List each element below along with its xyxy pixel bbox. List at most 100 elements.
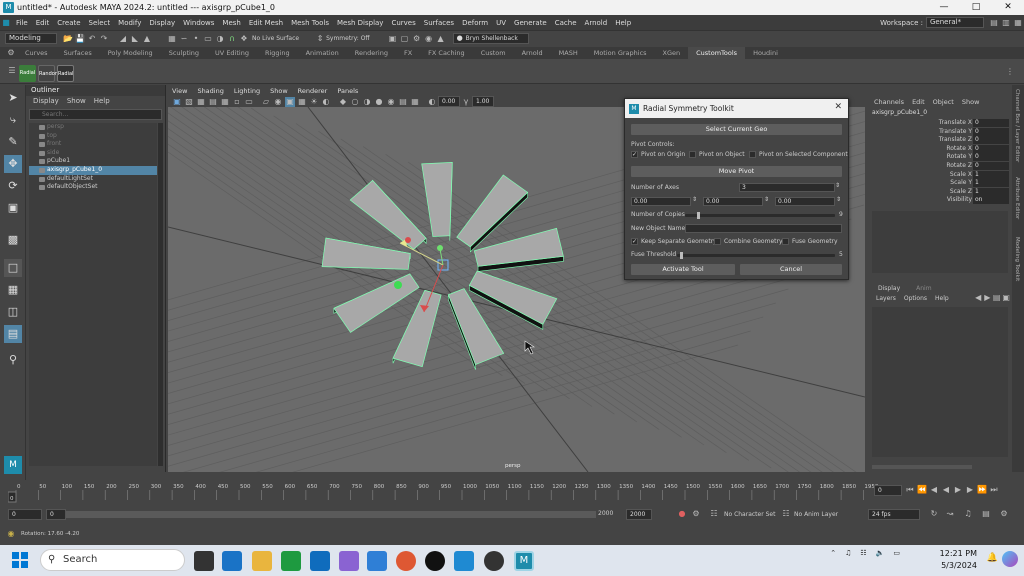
- lasso-tool-icon[interactable]: ⤷: [4, 111, 22, 129]
- maya-menu-icon[interactable]: ■: [1, 18, 11, 28]
- copies-slider-track[interactable]: [685, 214, 835, 217]
- shelf-tab-arnold[interactable]: Arnold: [514, 47, 551, 59]
- shelf-tab-curves[interactable]: Curves: [17, 47, 56, 59]
- channel-row[interactable]: Translate Y0: [868, 127, 1009, 137]
- channel-value[interactable]: 1: [973, 187, 1009, 196]
- outliner-item[interactable]: front: [29, 140, 157, 149]
- live-surface-label[interactable]: No Live Surface: [252, 35, 299, 42]
- mouse-cursor[interactable]: [524, 340, 535, 355]
- pivot-y-handle[interactable]: [437, 245, 443, 251]
- step-forward-frame-icon[interactable]: ▶: [965, 485, 975, 495]
- pivot-z-spinner-icon[interactable]: ⇕: [836, 196, 841, 203]
- pivot-object-checkbox[interactable]: [689, 151, 696, 158]
- fuse-slider-knob[interactable]: [680, 252, 683, 259]
- lights-icon[interactable]: ☀: [309, 97, 319, 107]
- menu-mesh-display[interactable]: Mesh Display: [333, 19, 387, 27]
- single-pane-icon[interactable]: □: [4, 259, 22, 277]
- axes-spinner-icon[interactable]: ⇕: [835, 182, 840, 189]
- taskbar-search-input[interactable]: ⚲ Search: [40, 549, 185, 571]
- camera-select-icon[interactable]: ▣: [172, 97, 182, 107]
- wifi-icon[interactable]: ☷: [860, 549, 866, 557]
- channel-menu-object[interactable]: Object: [933, 98, 954, 106]
- pivot-on-component-option[interactable]: Pivot on Selected Component: [749, 151, 848, 158]
- pivot-x-field[interactable]: 0.00: [631, 197, 691, 206]
- menu-mesh[interactable]: Mesh: [218, 19, 244, 27]
- outliner-item[interactable]: side: [29, 149, 157, 158]
- channel-row[interactable]: Scale Z1: [868, 187, 1009, 197]
- minimize-icon[interactable]: —: [928, 0, 960, 15]
- snap-surface-icon[interactable]: ◑: [215, 34, 225, 44]
- select-tool-icon[interactable]: ➤: [4, 89, 22, 107]
- menu-generate[interactable]: Generate: [510, 19, 551, 27]
- shelf-tab-customtools[interactable]: CustomTools: [688, 47, 746, 59]
- select-current-geo-button[interactable]: Select Current Geo: [631, 124, 842, 135]
- shelf-tab-motion-graphics[interactable]: Motion Graphics: [586, 47, 655, 59]
- taskbar-clock[interactable]: 12:21 PM 5/3/2024: [940, 548, 977, 572]
- select-component-icon[interactable]: ▲: [142, 34, 152, 44]
- viewport-menu-view[interactable]: View: [172, 86, 187, 96]
- channel-row[interactable]: Translate X0: [868, 119, 1009, 128]
- symmetry-icon[interactable]: ⇕: [315, 34, 325, 44]
- channel-name[interactable]: Rotate Z: [946, 162, 972, 169]
- snap-curve-icon[interactable]: ∽: [179, 34, 189, 44]
- notification-icon[interactable]: 🔔: [987, 553, 998, 563]
- menu-surfaces[interactable]: Surfaces: [420, 19, 458, 27]
- smooth-shade-icon[interactable]: ◉: [273, 97, 283, 107]
- radial-symmetry-shelf-button[interactable]: Radial: [19, 64, 36, 82]
- menu-modify[interactable]: Modify: [114, 19, 145, 27]
- maya-taskbar-icon[interactable]: M: [514, 551, 534, 571]
- channel-menu-channels[interactable]: Channels: [874, 98, 904, 106]
- shelf-tab-fx[interactable]: FX: [396, 47, 420, 59]
- layers-menu[interactable]: Layers: [876, 295, 896, 302]
- live-surface-icon[interactable]: ❖: [239, 34, 249, 44]
- widgets-app-icon[interactable]: [222, 551, 242, 571]
- radial-copy-1[interactable]: [421, 162, 453, 237]
- pivot-origin-checkbox[interactable]: ✓: [631, 151, 638, 158]
- shelf-tab-surfaces[interactable]: Surfaces: [56, 47, 100, 59]
- render-settings-icon[interactable]: ⚙: [412, 34, 422, 44]
- new-layer-icon[interactable]: ▤: [993, 293, 1001, 303]
- pivot-on-origin-option[interactable]: ✓ Pivot on Origin: [631, 151, 685, 158]
- channel-row[interactable]: Scale Y1: [868, 179, 1009, 188]
- menu-uv[interactable]: UV: [492, 19, 510, 27]
- channel-name[interactable]: Visibility: [947, 196, 972, 203]
- character-set-dropdown[interactable]: No Character Set: [724, 511, 775, 518]
- xray-icon[interactable]: ○: [350, 97, 360, 107]
- side-tab-channel-box[interactable]: Channel Box / Layer Editor: [1014, 89, 1020, 162]
- volume-icon[interactable]: 🔈: [876, 549, 885, 557]
- backface-icon[interactable]: ◑: [362, 97, 372, 107]
- outliner-scrollbar[interactable]: [158, 123, 163, 466]
- channel-value[interactable]: 0: [973, 127, 1009, 136]
- channel-menu-show[interactable]: Show: [962, 98, 980, 106]
- channel-value[interactable]: 0: [973, 119, 1009, 127]
- camera-lock-icon[interactable]: ▧: [184, 97, 194, 107]
- key-tangent-icon[interactable]: ↝: [945, 509, 955, 519]
- viewport-menu-renderer[interactable]: Renderer: [298, 86, 328, 96]
- radial-shelf-button-2[interactable]: Radial: [57, 64, 74, 82]
- snap-plane-icon[interactable]: ▭: [203, 34, 213, 44]
- channel-value[interactable]: 0: [973, 153, 1009, 162]
- task-view-icon[interactable]: [194, 551, 214, 571]
- ambient-occlusion-icon[interactable]: ●: [374, 97, 384, 107]
- isolate-select-icon[interactable]: ◆: [338, 97, 348, 107]
- layers-options-menu[interactable]: Options: [904, 295, 927, 302]
- play-forward-icon[interactable]: ▶: [953, 485, 963, 495]
- side-tab-modeling-toolkit[interactable]: Modeling Toolkit: [1014, 237, 1020, 281]
- outliner-menu-show[interactable]: Show: [67, 96, 86, 107]
- move-pivot-button[interactable]: Move Pivot: [631, 166, 842, 177]
- channel-name[interactable]: Translate Y: [939, 128, 972, 135]
- fuse-checkbox[interactable]: [782, 238, 789, 245]
- duckduckgo-app-icon[interactable]: [396, 551, 416, 571]
- shelf-tab-fx-caching[interactable]: FX Caching: [420, 47, 473, 59]
- viewport-menu-show[interactable]: Show: [270, 86, 288, 96]
- save-scene-icon[interactable]: 💾: [75, 34, 85, 44]
- menu-curves[interactable]: Curves: [387, 19, 419, 27]
- exposure-icon[interactable]: ◐: [427, 97, 437, 107]
- channel-row[interactable]: Visibility on: [868, 196, 1009, 205]
- animation-prefs-icon[interactable]: ⚙: [691, 509, 701, 519]
- shelf-tab-poly-modeling[interactable]: Poly Modeling: [100, 47, 161, 59]
- channel-row[interactable]: Rotate Z0: [868, 162, 1009, 171]
- arnold-render-icon[interactable]: ▲: [436, 34, 446, 44]
- davinci-app-icon[interactable]: [484, 551, 504, 571]
- camera-attributes-icon[interactable]: ▦: [410, 97, 420, 107]
